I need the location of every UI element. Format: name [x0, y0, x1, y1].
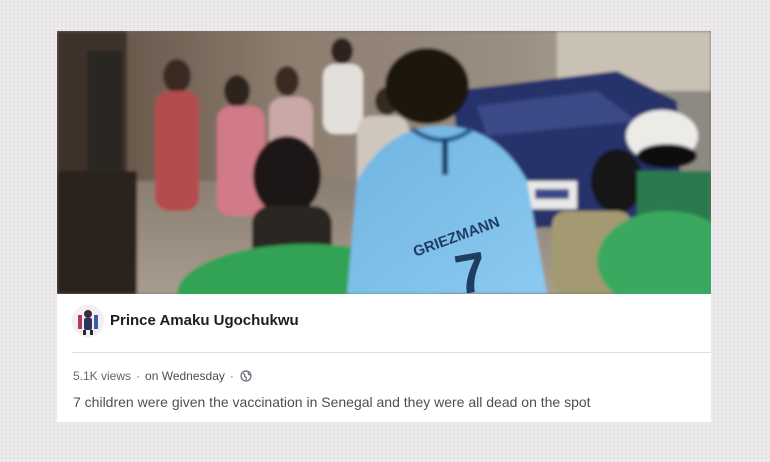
- globe-icon[interactable]: [240, 370, 252, 382]
- meta-separator: ·: [136, 369, 141, 383]
- video-frame: GRIEZMANN 7: [57, 31, 711, 294]
- author-avatar[interactable]: [72, 305, 104, 337]
- profile-photo-icon: [72, 305, 104, 337]
- meta-separator: ·: [229, 369, 234, 383]
- post-caption: 7 children were given the vaccination in…: [73, 394, 591, 410]
- post-timestamp[interactable]: on Wednesday: [145, 369, 225, 383]
- divider: [72, 352, 711, 353]
- post-meta: 5.1K views · on Wednesday ·: [73, 369, 252, 383]
- video-player[interactable]: GRIEZMANN 7: [57, 31, 711, 294]
- author-name[interactable]: Prince Amaku Ugochukwu: [110, 312, 299, 329]
- view-count: 5.1K views: [73, 369, 132, 383]
- post-card: GRIEZMANN 7 Prince Amaku Ugochukwu 5.1K …: [57, 31, 711, 422]
- post-header: Prince Amaku Ugochukwu: [57, 294, 711, 352]
